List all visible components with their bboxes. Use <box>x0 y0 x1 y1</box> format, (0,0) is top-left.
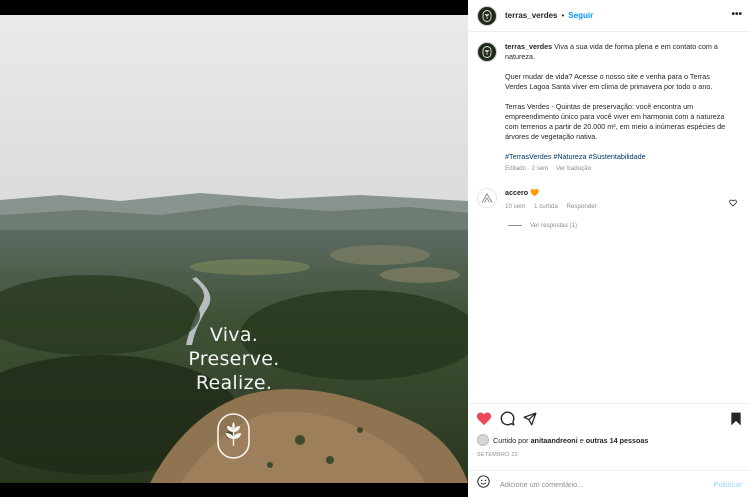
comments-section: terras_verdes Viva a sua vida de forma p… <box>468 33 750 403</box>
liked-by-prefix: Curtido por <box>493 435 529 445</box>
comment-input[interactable]: Adicione um comentário... <box>500 480 583 489</box>
post-details-panel: terras_verdes • Seguir ••• terras_verdes… <box>468 0 750 497</box>
comment-icon[interactable] <box>500 411 515 426</box>
header-separator: • <box>561 11 565 20</box>
reply-button[interactable]: Responder <box>567 203 597 210</box>
accero-logo-icon <box>481 193 493 203</box>
view-replies[interactable]: Ver respostas (1) <box>508 222 741 229</box>
brand-logo-icon <box>482 9 492 22</box>
likes-summary: Curtido por anitaandreoni e outras 14 pe… <box>477 434 648 446</box>
comment-username[interactable]: accero <box>505 188 528 197</box>
caption-text: terras_verdes Viva a sua vida de forma p… <box>505 42 733 174</box>
caption-username[interactable]: terras_verdes <box>505 42 552 51</box>
brand-logo-icon <box>482 46 492 58</box>
smiley-icon[interactable] <box>477 475 490 493</box>
caption-hashtags[interactable]: #TerrasVerdes #Natureza #Sustentabilidad… <box>505 152 733 162</box>
slogan-line-3: Realize. <box>195 372 273 394</box>
likes-others-link[interactable]: outras 14 pessoas <box>586 436 649 445</box>
caption-paragraph-3: Terras Verdes - Quintas de preservação: … <box>505 102 726 141</box>
header-username[interactable]: terras_verdes <box>505 11 557 20</box>
comment-item: accero 🧡 10 sem 1 curtida Responder <box>477 188 741 212</box>
caption-edited: Editado · 2 sem <box>505 165 549 172</box>
liker-avatar[interactable] <box>477 434 489 446</box>
action-bar <box>468 403 750 433</box>
heart-filled-icon[interactable] <box>476 411 492 426</box>
slogan-line-1: Viva. <box>209 324 259 346</box>
comment-likes[interactable]: 1 curtida <box>534 203 558 210</box>
share-icon[interactable] <box>523 412 537 426</box>
bookmark-icon[interactable] <box>730 412 742 431</box>
orange-heart-emoji: 🧡 <box>530 188 540 197</box>
comment-avatar[interactable] <box>477 188 497 208</box>
add-comment-bar: Adicione um comentário... Publicar <box>468 470 750 497</box>
more-horizontal-icon[interactable]: ••• <box>731 9 742 20</box>
likes-conjunction: e <box>579 435 584 445</box>
caption-meta: Editado · 2 sem Ver tradução <box>505 164 733 174</box>
avatar[interactable] <box>477 5 497 26</box>
caption-paragraph-2: Quer mudar de vida? Acesse o nosso site … <box>505 72 713 91</box>
post-date[interactable]: SETEMBRO 22 <box>477 452 518 458</box>
view-replies-label[interactable]: Ver respostas (1) <box>530 222 577 229</box>
follow-button[interactable]: Seguir <box>568 11 593 20</box>
liker-username[interactable]: anitaandreoni <box>531 436 578 445</box>
wheat-leaf-emblem-icon <box>216 412 251 460</box>
replies-divider <box>508 225 522 226</box>
comment-like-heart-icon[interactable] <box>729 194 737 212</box>
post-header: terras_verdes • Seguir ••• <box>468 0 750 32</box>
comment-body: accero 🧡 10 sem 1 curtida Responder <box>505 188 604 212</box>
slogan-line-2: Preserve. <box>188 348 280 370</box>
caption: terras_verdes Viva a sua vida de forma p… <box>477 42 741 174</box>
comment-time: 10 sem <box>505 203 526 210</box>
see-translation-link[interactable]: Ver tradução <box>556 165 591 172</box>
comment-meta: 10 sem 1 curtida Responder <box>505 202 604 212</box>
caption-avatar[interactable] <box>477 42 497 62</box>
post-media-area: Viva. Preserve. Realize. <box>0 0 468 497</box>
publish-button[interactable]: Publicar <box>714 480 742 489</box>
overlay-slogan: Viva. Preserve. Realize. <box>0 323 468 395</box>
